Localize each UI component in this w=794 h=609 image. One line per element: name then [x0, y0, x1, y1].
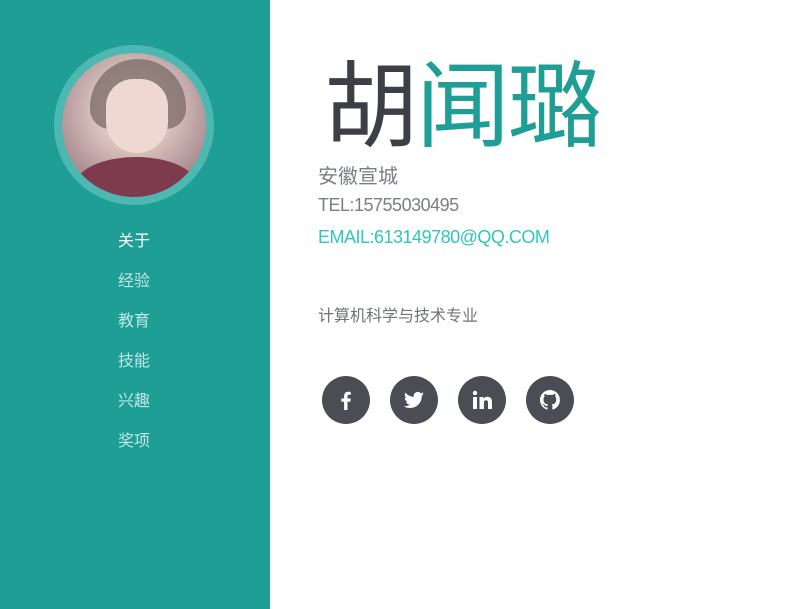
phone-text: TEL:15755030495 — [318, 195, 459, 215]
nav-item-interests[interactable]: 兴趣 — [0, 388, 270, 428]
location-text: 安徽宣城 — [318, 164, 398, 188]
sidebar: 关于 经验 教育 技能 兴趣 奖项 — [0, 0, 270, 609]
facebook-icon — [341, 391, 351, 410]
major-text: 计算机科学与技术专业 — [318, 306, 479, 325]
page-title: 胡闻璐 — [324, 52, 602, 164]
profile-photo — [62, 53, 206, 197]
nav-item-awards[interactable]: 奖项 — [0, 428, 270, 468]
social-icons — [322, 376, 594, 424]
github-icon — [540, 390, 560, 410]
nav-item-skills[interactable]: 技能 — [0, 348, 270, 388]
twitter-button[interactable] — [390, 376, 438, 424]
twitter-icon — [403, 391, 424, 408]
linkedin-button[interactable] — [458, 376, 506, 424]
nav-item-education[interactable]: 教育 — [0, 308, 270, 348]
linkedin-icon — [472, 390, 492, 409]
about-section: 胡闻璐 安徽宣城 TEL:15755030495 EMAIL:613149780… — [318, 0, 778, 609]
avatar — [54, 45, 214, 205]
email-link[interactable]: EMAIL:613149780@QQ.COM — [318, 227, 550, 248]
last-name: 闻璐 — [416, 53, 602, 162]
sidebar-nav: 关于 经验 教育 技能 兴趣 奖项 — [0, 228, 270, 468]
facebook-button[interactable] — [322, 376, 370, 424]
nav-item-about[interactable]: 关于 — [0, 228, 270, 268]
nav-item-experience[interactable]: 经验 — [0, 268, 270, 308]
github-button[interactable] — [526, 376, 574, 424]
first-name: 胡 — [324, 53, 418, 162]
